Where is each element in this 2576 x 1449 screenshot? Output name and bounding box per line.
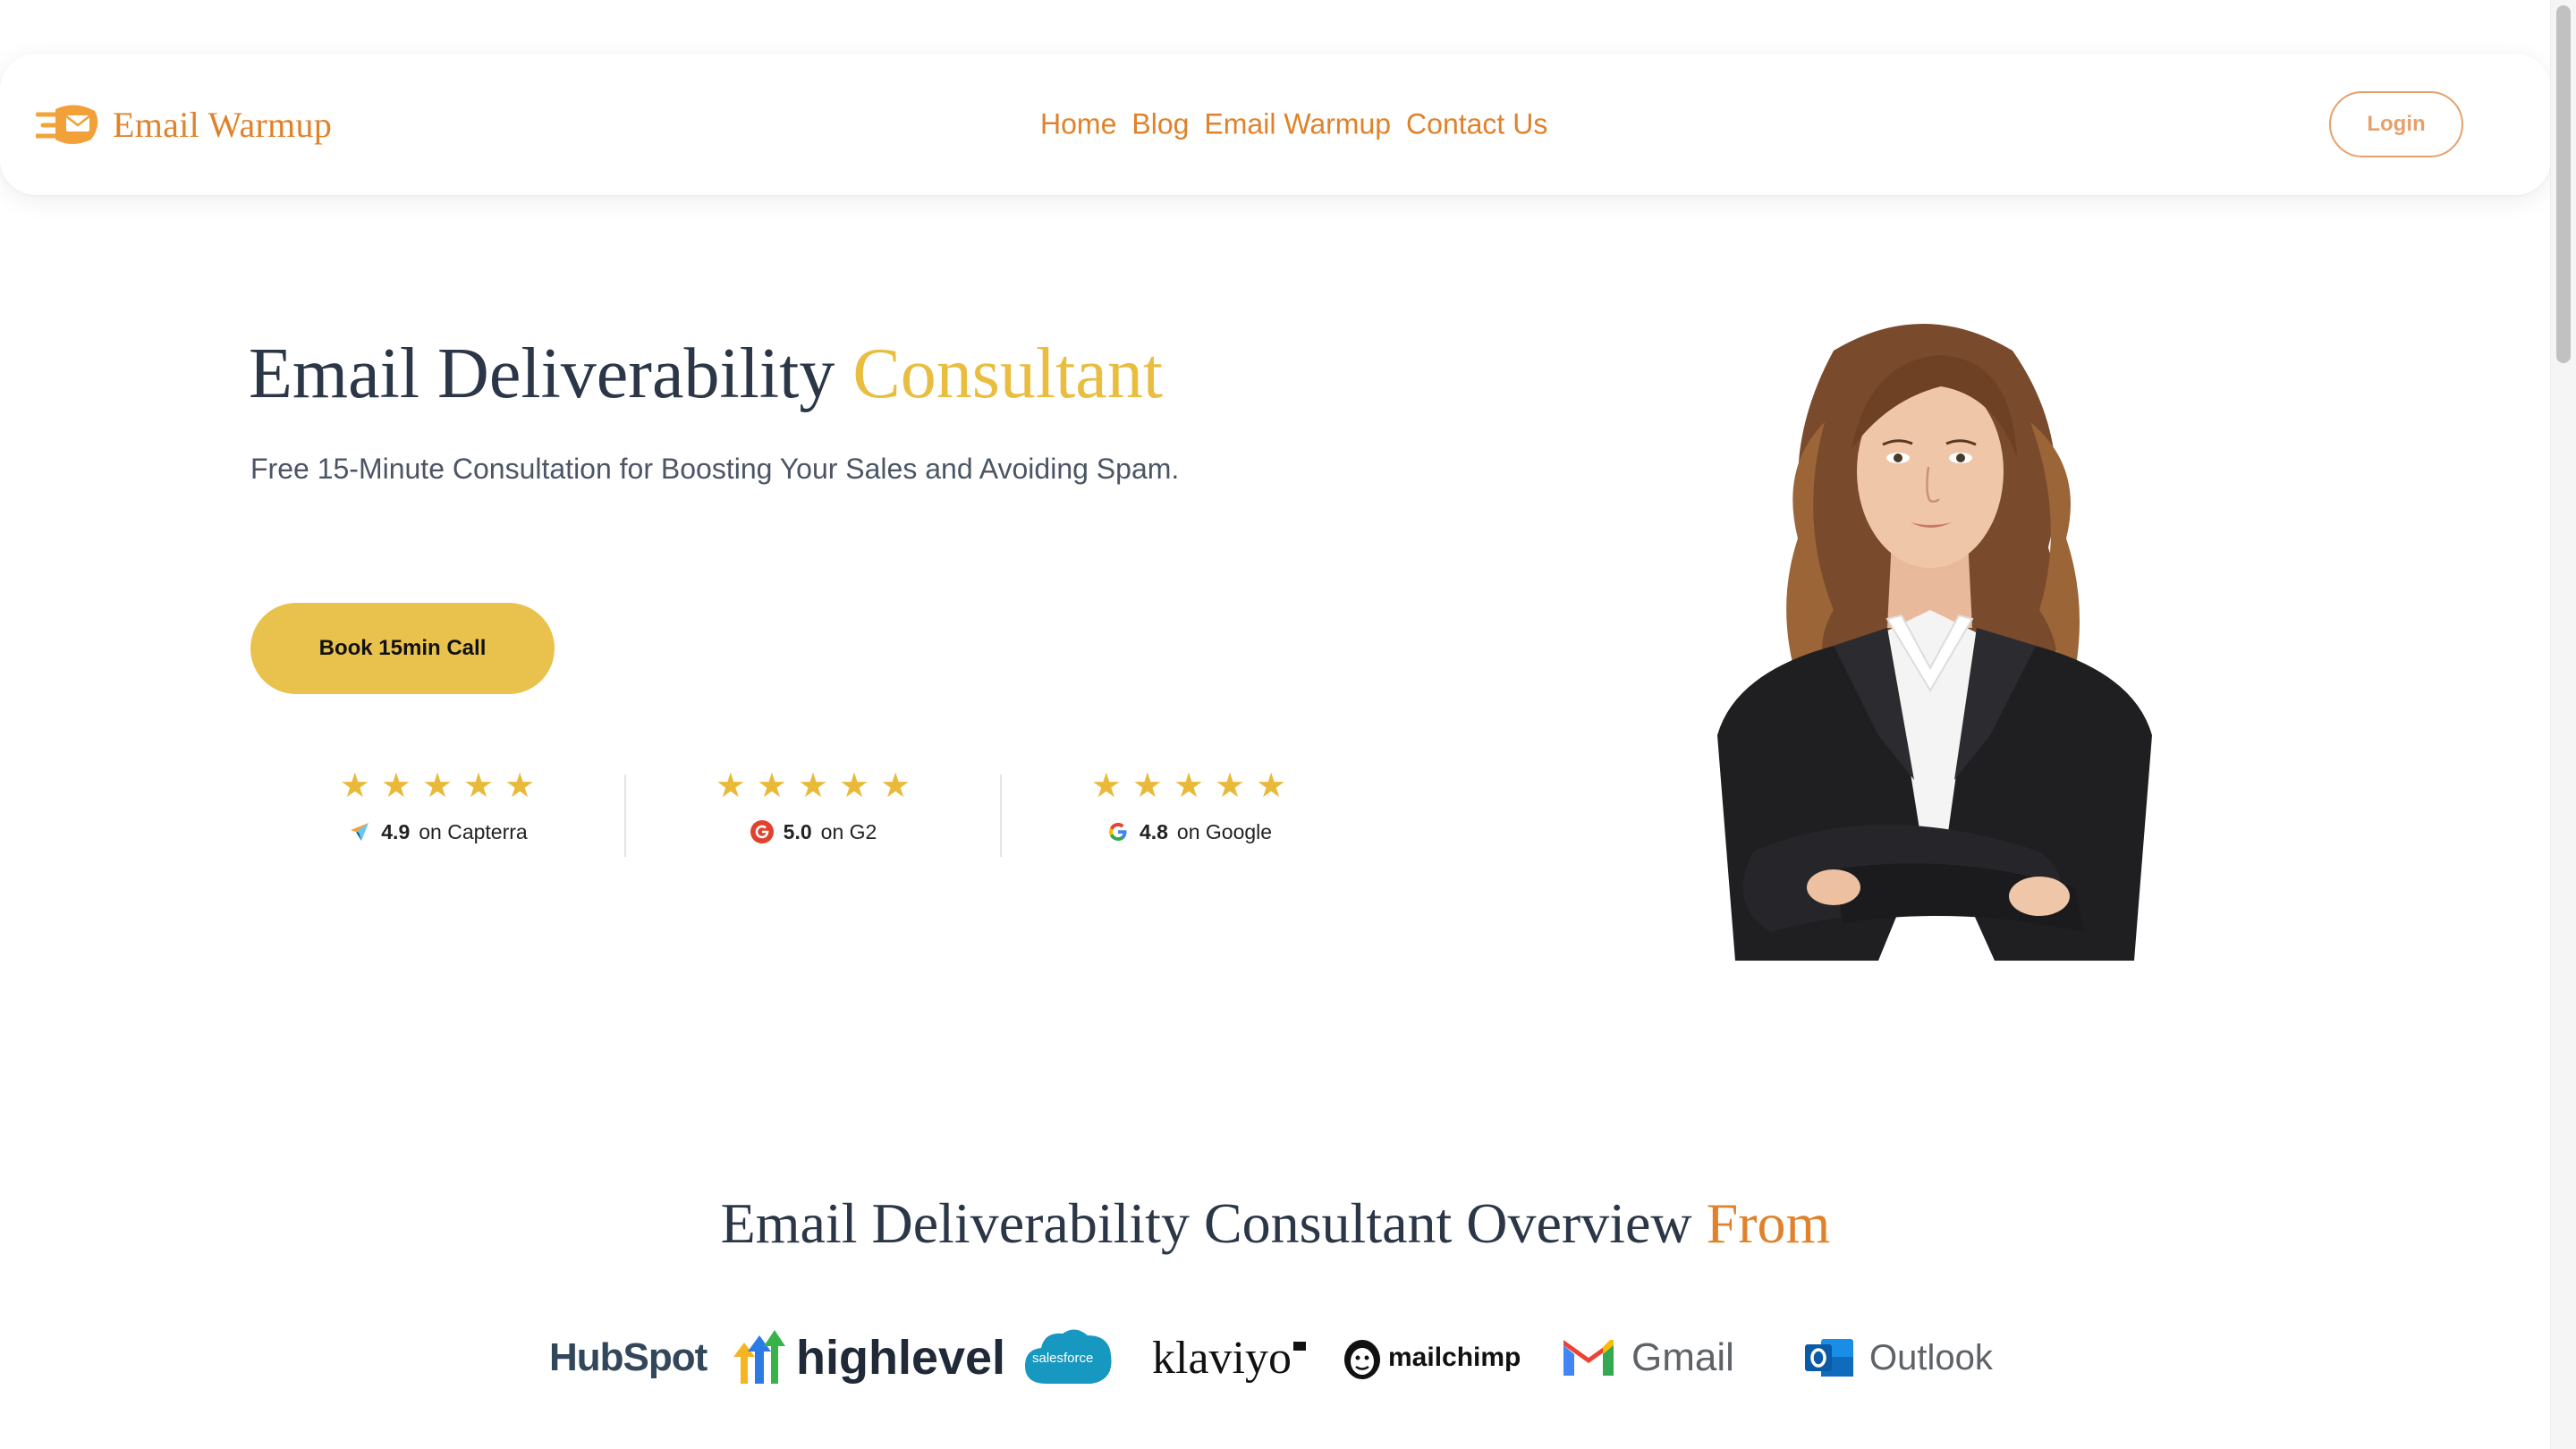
google-icon	[1106, 819, 1131, 844]
star-icon: ★	[421, 766, 453, 805]
star-rating: ★ ★ ★ ★ ★	[1091, 767, 1286, 803]
star-icon: ★	[880, 766, 911, 805]
rating-source: on G2	[820, 819, 877, 843]
gmail-icon	[1563, 1340, 1614, 1376]
rating-g2: ★ ★ ★ ★ ★ 5.0 on G2	[626, 767, 1000, 857]
mailchimp-freddie-icon	[1344, 1340, 1380, 1379]
klaviyo-logo-text: klaviyo	[1152, 1332, 1292, 1384]
outlook-logo: Outlook	[1803, 1322, 2018, 1394]
hero-title-main: Email Deliverability	[249, 335, 853, 413]
navbar: Email Warmup Home Blog Email Warmup Cont…	[0, 54, 2551, 195]
rating-google: ★ ★ ★ ★ ★ 4.8 on Google	[1002, 767, 1376, 857]
overview-title-accent: From	[1706, 1191, 1831, 1255]
brand-name: Email Warmup	[113, 104, 333, 145]
mailchimp-logo-text: mailchimp	[1388, 1343, 1521, 1372]
rating-source: on Capterra	[419, 819, 528, 843]
star-icon: ★	[715, 766, 746, 805]
star-rating: ★ ★ ★ ★ ★	[716, 767, 911, 803]
scrollbar-thumb[interactable]	[2556, 5, 2571, 363]
hero-title: Email Deliverability Consultant	[249, 331, 1163, 417]
star-icon: ★	[1256, 766, 1287, 805]
highlevel-icon	[733, 1330, 785, 1384]
salesforce-logo-text: salesforce	[1032, 1350, 1094, 1366]
capterra-icon	[347, 819, 372, 844]
login-button[interactable]: Login	[2329, 91, 2463, 157]
klaviyo-logo: klaviyo	[1152, 1322, 1340, 1394]
salesforce-logo: salesforce	[1020, 1322, 1152, 1394]
star-icon: ★	[339, 766, 370, 805]
highlevel-logo: highlevel	[728, 1322, 1020, 1394]
star-icon: ★	[380, 766, 411, 805]
hubspot-logo-text: HubSpot	[549, 1335, 708, 1379]
rating-source: on Google	[1176, 819, 1273, 843]
star-icon: ★	[1173, 766, 1205, 805]
overview-title-main: Email Deliverability Consultant Overview	[720, 1191, 1707, 1255]
page-scrollbar[interactable]	[2550, 0, 2576, 1449]
email-warmup-logo-icon	[36, 102, 100, 147]
gmail-logo-text: Gmail	[1631, 1335, 1734, 1379]
nav-contact-us-link[interactable]: Contact Us	[1406, 108, 1547, 141]
main-nav: Home Blog Email Warmup Contact Us	[1040, 108, 1547, 141]
star-icon: ★	[1215, 766, 1246, 805]
integration-logos: HubSpot highlevel salesforce klaviyo mai…	[549, 1322, 2018, 1394]
overview-title: Email Deliverability Consultant Overview…	[0, 1190, 2551, 1258]
hero-subtitle: Free 15-Minute Consultation for Boosting…	[250, 453, 1180, 485]
nav-email-warmup-link[interactable]: Email Warmup	[1204, 108, 1391, 141]
nav-blog-link[interactable]: Blog	[1131, 108, 1189, 141]
star-icon: ★	[463, 766, 495, 805]
star-icon: ★	[839, 766, 870, 805]
star-icon: ★	[1131, 766, 1163, 805]
klaviyo-flag-icon	[1292, 1342, 1306, 1351]
page: Email Warmup Home Blog Email Warmup Cont…	[0, 0, 2576, 1449]
star-icon: ★	[1090, 766, 1122, 805]
rating-text: 4.9 on Capterra	[347, 819, 528, 844]
book-call-button[interactable]: Book 15min Call	[250, 603, 555, 694]
gmail-logo: Gmail	[1560, 1322, 1803, 1394]
rating-score: 4.8	[1139, 819, 1168, 843]
star-icon: ★	[504, 766, 536, 805]
outlook-logo-text: Outlook	[1869, 1337, 1993, 1377]
rating-score: 4.9	[381, 819, 411, 843]
nav-home-link[interactable]: Home	[1040, 108, 1116, 141]
star-icon: ★	[797, 766, 829, 805]
hubspot-logo: HubSpot	[549, 1322, 728, 1394]
brand-link[interactable]: Email Warmup	[36, 102, 332, 147]
rating-text: 4.8 on Google	[1106, 819, 1272, 844]
g2-icon	[750, 819, 775, 844]
star-icon: ★	[756, 766, 787, 805]
mailchimp-logo: mailchimp	[1340, 1322, 1560, 1394]
rating-capterra: ★ ★ ★ ★ ★ 4.9 on Capterra	[250, 767, 624, 857]
outlook-icon	[1805, 1339, 1853, 1377]
rating-text: 5.0 on G2	[750, 819, 877, 844]
consultant-portrait	[1699, 315, 2170, 961]
rating-score: 5.0	[783, 819, 812, 843]
highlevel-logo-text: highlevel	[796, 1331, 1006, 1385]
ratings-row: ★ ★ ★ ★ ★ 4.9 on Capterra ★ ★ ★ ★ ★ 5.0 …	[250, 767, 1376, 857]
hero-title-accent: Consultant	[852, 335, 1164, 413]
star-rating: ★ ★ ★ ★ ★	[340, 767, 535, 803]
